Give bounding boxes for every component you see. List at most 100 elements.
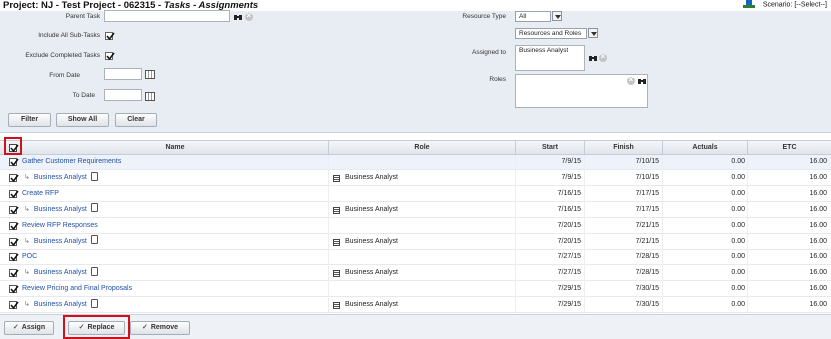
row-checkbox[interactable] [9, 237, 19, 246]
assignment-row[interactable]: ↳ Business Analyst Business Analyst 7/9/15 7… [0, 170, 831, 186]
exclude-completed-checkbox[interactable] [105, 52, 115, 61]
sub-item-arrow-icon: ↳ [24, 205, 30, 213]
clear-icon[interactable] [245, 11, 253, 21]
assignment-row[interactable]: ↳ Business Analyst Business Analyst 7/20/15… [0, 234, 831, 250]
to-date-label: To Date [72, 92, 95, 99]
start-date: 7/9/15 [561, 173, 581, 181]
row-checkbox[interactable] [9, 269, 19, 278]
resource-type-select[interactable]: All [515, 11, 551, 22]
column-divider [662, 155, 663, 314]
column-divider [515, 155, 516, 314]
actuals-value: 0.00 [731, 237, 745, 245]
row-checkbox[interactable] [9, 301, 19, 310]
task-row[interactable]: Create RFP 7/16/15 7/17/15 0.00 16.00 [0, 186, 831, 202]
task-name[interactable]: Review Pricing and Final Proposals [22, 282, 132, 296]
task-name[interactable]: Gather Customer Requirements [22, 155, 121, 169]
task-name-link[interactable]: Create RFP [22, 190, 59, 197]
task-row[interactable]: Review RFP Responses 7/20/15 7/21/15 0.00 16… [0, 218, 831, 234]
row-checkbox[interactable] [9, 189, 19, 199]
etc-value: 16.00 [809, 253, 827, 261]
role-icon[interactable] [333, 270, 340, 278]
check-icon: ✓ [141, 324, 148, 331]
binoculars-icon[interactable] [589, 54, 597, 62]
sub-item-arrow-icon: ↳ [24, 269, 30, 277]
chevron-down-icon[interactable] [588, 28, 598, 38]
clear-button[interactable]: Clear [115, 113, 157, 127]
assignment-row[interactable]: ↳ Business Analyst Business Analyst 7/16/15… [0, 202, 831, 218]
resource-card-icon[interactable] [90, 203, 98, 213]
column-header-role[interactable]: Role [328, 141, 515, 154]
grid-header: Name Role Start Finish Actuals ETC [0, 140, 831, 155]
finish-date: 7/28/15 [635, 253, 659, 261]
assign-button[interactable]: ✓ Assign [4, 321, 54, 335]
task-name[interactable]: POC [22, 250, 37, 264]
task-name-link[interactable]: Review Pricing and Final Proposals [22, 285, 132, 292]
column-header-etc[interactable]: ETC [747, 141, 831, 154]
assignment-row[interactable]: ↳ Business Analyst Business Analyst 7/27/15… [0, 266, 831, 282]
sub-item-arrow-icon: ↳ [24, 173, 30, 181]
column-header-finish[interactable]: Finish [584, 141, 662, 154]
row-checkbox[interactable] [9, 205, 19, 214]
sub-item-arrow-icon: ↳ [24, 301, 30, 309]
start-date: 7/20/15 [557, 237, 581, 245]
scenario-selector[interactable]: Scenario: [--Select--] [742, 0, 827, 9]
assign-button-label: Assign [21, 324, 46, 331]
show-all-button[interactable]: Show All [56, 113, 109, 127]
resource-card-icon[interactable] [90, 298, 98, 308]
binoculars-icon[interactable] [638, 77, 646, 85]
task-name[interactable]: Review RFP Responses [22, 219, 98, 233]
remove-button[interactable]: ✓ Remove [130, 321, 190, 335]
row-checkbox[interactable] [9, 173, 19, 183]
filter-button[interactable]: Filter [8, 113, 51, 127]
finish-date: 7/10/15 [635, 158, 659, 165]
assignment-name: ↳ Business Analyst [24, 266, 98, 280]
resource-link[interactable]: Business Analyst [34, 301, 87, 308]
resource-link[interactable]: Business Analyst [34, 174, 87, 181]
resource-card-icon[interactable] [90, 266, 98, 276]
resource-card-icon[interactable] [90, 235, 98, 245]
row-checkbox[interactable] [9, 253, 19, 262]
resource-type-label: Resource Type [462, 13, 506, 20]
actuals-value: 0.00 [731, 173, 745, 181]
task-name[interactable]: Create RFP [22, 187, 59, 201]
resource-link[interactable]: Business Analyst [34, 269, 87, 276]
column-header-actuals[interactable]: Actuals [662, 141, 747, 154]
row-checkbox[interactable] [9, 285, 19, 294]
remove-button-label: Remove [150, 324, 179, 331]
row-checkbox[interactable] [9, 158, 19, 167]
row-checkbox[interactable] [9, 221, 19, 230]
calendar-icon[interactable] [145, 92, 155, 101]
calendar-icon[interactable] [145, 70, 155, 79]
role-icon[interactable] [333, 206, 340, 214]
role-icon[interactable] [333, 238, 340, 246]
task-row[interactable]: Review Pricing and Final Proposals 7/29/1… [0, 282, 831, 298]
task-row[interactable]: Gather Customer Requirements 7/9/15 7/10/1… [0, 155, 831, 170]
actuals-value: 0.00 [731, 189, 745, 197]
assignment-row[interactable]: ↳ Business Analyst Business Analyst 7/29/15… [0, 298, 831, 314]
finish-date: 7/17/15 [635, 205, 659, 213]
task-row[interactable]: POC 7/27/15 7/28/15 0.00 16.00 [0, 250, 831, 266]
parent-task-input[interactable] [104, 10, 230, 22]
clear-icon[interactable] [627, 75, 635, 85]
from-date-input[interactable] [104, 68, 142, 80]
clear-icon[interactable] [599, 52, 607, 62]
actuals-value: 0.00 [731, 221, 745, 229]
resource-link[interactable]: Business Analyst [34, 206, 87, 213]
task-name-link[interactable]: Review RFP Responses [22, 222, 98, 229]
binoculars-icon[interactable] [234, 13, 242, 21]
resource-card-icon[interactable] [90, 171, 98, 181]
to-date-input[interactable] [104, 89, 142, 101]
column-header-name[interactable]: Name [22, 141, 328, 154]
task-name-link[interactable]: POC [22, 253, 37, 260]
include-subtasks-checkbox[interactable] [105, 32, 115, 41]
task-name-link[interactable]: Gather Customer Requirements [22, 158, 121, 165]
role-icon[interactable] [333, 174, 340, 182]
role-value: Business Analyst [345, 301, 398, 309]
column-header-start[interactable]: Start [515, 141, 584, 154]
resource-link[interactable]: Business Analyst [34, 238, 87, 245]
column-divider [584, 155, 585, 314]
role-icon[interactable] [333, 302, 340, 310]
resources-roles-select[interactable]: Resources and Roles [515, 28, 587, 39]
chevron-down-icon[interactable] [552, 11, 562, 21]
assigned-to-input[interactable]: Business Analyst [515, 45, 585, 71]
